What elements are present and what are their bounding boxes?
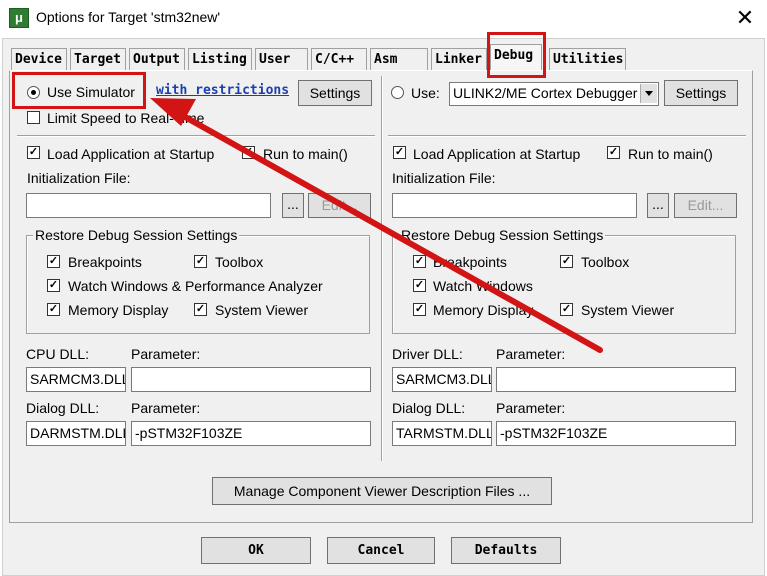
annotation-arrow [150,98,603,353]
